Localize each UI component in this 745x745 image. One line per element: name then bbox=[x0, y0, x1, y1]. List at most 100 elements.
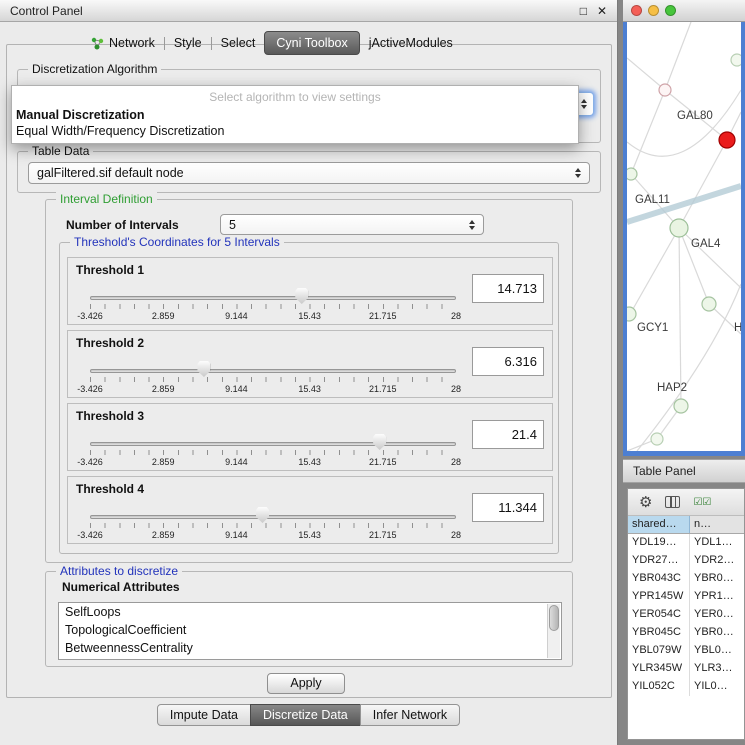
gear-icon[interactable]: ⚙ bbox=[639, 495, 652, 510]
table-row[interactable]: YIL052CYIL0… bbox=[628, 678, 744, 696]
cell[interactable]: YDR2… bbox=[690, 552, 744, 570]
algorithm-option-equal-width[interactable]: Equal Width/Frequency Discretization bbox=[12, 123, 578, 139]
table-data-combobox[interactable]: galFiltered.sif default node bbox=[28, 162, 590, 184]
list-item[interactable]: BetweennessCentrality bbox=[59, 639, 561, 657]
slider-track[interactable] bbox=[90, 296, 456, 300]
columns-icon[interactable] bbox=[665, 496, 680, 508]
slider-thumb-icon[interactable] bbox=[373, 434, 386, 450]
cell[interactable]: YBL0… bbox=[690, 642, 744, 660]
node-circle[interactable] bbox=[670, 219, 688, 237]
table-row[interactable]: YBL079WYBL0… bbox=[628, 642, 744, 660]
threshold-value-field[interactable]: 11.344 bbox=[472, 493, 544, 522]
table-row[interactable]: YDR27…YDR2… bbox=[628, 552, 744, 570]
node-circle[interactable] bbox=[674, 399, 688, 413]
slider-ticks bbox=[90, 377, 456, 382]
cell[interactable]: YPR145W bbox=[628, 588, 690, 606]
table-body[interactable]: YDL19…YDL1… YDR27…YDR2… YBR043CYBR0… YPR… bbox=[628, 534, 744, 739]
cell[interactable]: YIL0… bbox=[690, 678, 744, 696]
zoom-traffic-light[interactable] bbox=[665, 5, 676, 16]
threshold-slider[interactable]: -3.426 2.859 9.144 15.43 21.715 28 bbox=[90, 432, 456, 470]
tab-discretize-data[interactable]: Discretize Data bbox=[250, 704, 361, 726]
cell[interactable]: YBR043C bbox=[628, 570, 690, 588]
cell[interactable]: YER0… bbox=[690, 606, 744, 624]
group-title: Discretization Algorithm bbox=[28, 62, 161, 76]
node-circle[interactable] bbox=[651, 433, 663, 445]
list-item[interactable]: SelfLoops bbox=[59, 603, 561, 621]
tick-label: 2.859 bbox=[152, 384, 175, 394]
tab-jactivemodules[interactable]: jActiveModules bbox=[360, 32, 462, 54]
number-of-intervals-combobox[interactable]: 5 bbox=[220, 214, 484, 235]
tick-label: 9.144 bbox=[225, 457, 248, 467]
threshold-slider[interactable]: -3.426 2.859 9.144 15.43 21.715 28 bbox=[90, 505, 456, 543]
node-circle[interactable] bbox=[731, 54, 741, 66]
cell[interactable]: YDR27… bbox=[628, 552, 690, 570]
cell[interactable]: YLR3… bbox=[690, 660, 744, 678]
tick-label: 28 bbox=[451, 384, 461, 394]
tab-network[interactable]: Network bbox=[82, 32, 164, 54]
cyni-toolbox-panel: Discretization Algorithm Select algorith… bbox=[6, 44, 612, 698]
node-label: HAP2 bbox=[657, 382, 687, 394]
table-panel-title: Table Panel bbox=[633, 464, 696, 478]
attributes-group: Attributes to discretize Numerical Attri… bbox=[45, 571, 573, 667]
threshold-value-field[interactable]: 6.316 bbox=[472, 347, 544, 376]
stepper-icon[interactable] bbox=[581, 99, 587, 109]
minimize-traffic-light[interactable] bbox=[648, 5, 659, 16]
threshold-value-field[interactable]: 14.713 bbox=[472, 274, 544, 303]
node-circle[interactable] bbox=[702, 297, 716, 311]
scrollbar-thumb[interactable] bbox=[549, 605, 559, 631]
slider-thumb-icon[interactable] bbox=[295, 288, 308, 304]
tab-impute-data[interactable]: Impute Data bbox=[157, 704, 251, 726]
slider-track[interactable] bbox=[90, 369, 456, 373]
table-row[interactable]: YPR145WYPR1… bbox=[628, 588, 744, 606]
numerical-attributes-label: Numerical Attributes bbox=[62, 580, 180, 594]
slider-track[interactable] bbox=[90, 515, 456, 519]
stepper-icon[interactable] bbox=[469, 220, 475, 230]
tick-label: 21.715 bbox=[369, 530, 397, 540]
apply-button[interactable]: Apply bbox=[267, 673, 345, 694]
threshold-value-field[interactable]: 21.4 bbox=[472, 420, 544, 449]
cell[interactable]: YPR1… bbox=[690, 588, 744, 606]
threshold-slider[interactable]: -3.426 2.859 9.144 15.43 21.715 28 bbox=[90, 286, 456, 324]
tick-label: 15.43 bbox=[298, 311, 321, 321]
close-traffic-light[interactable] bbox=[631, 5, 642, 16]
list-item[interactable]: TopologicalCoefficient bbox=[59, 621, 561, 639]
slider-thumb-icon[interactable] bbox=[197, 361, 210, 377]
list-scrollbar[interactable] bbox=[547, 604, 560, 658]
table-row[interactable]: YER054CYER0… bbox=[628, 606, 744, 624]
tab-style[interactable]: Style bbox=[165, 32, 211, 54]
cell[interactable]: YBR0… bbox=[690, 624, 744, 642]
table-row[interactable]: YBR043CYBR0… bbox=[628, 570, 744, 588]
algorithm-option-manual[interactable]: Manual Discretization bbox=[12, 107, 578, 123]
float-window-icon[interactable]: □ bbox=[580, 4, 587, 18]
table-row[interactable]: YDL19…YDL1… bbox=[628, 534, 744, 552]
red-node[interactable] bbox=[719, 132, 735, 148]
tick-label: 28 bbox=[451, 311, 461, 321]
threshold-slider[interactable]: -3.426 2.859 9.144 15.43 21.715 28 bbox=[90, 359, 456, 397]
cell[interactable]: YLR345W bbox=[628, 660, 690, 678]
tab-infer-network[interactable]: Infer Network bbox=[360, 704, 460, 726]
tab-select[interactable]: Select bbox=[212, 32, 265, 54]
cell[interactable]: YER054C bbox=[628, 606, 690, 624]
cell[interactable]: YDL1… bbox=[690, 534, 744, 552]
slider-thumb-icon[interactable] bbox=[256, 507, 269, 523]
node-circle[interactable] bbox=[627, 168, 637, 180]
cell[interactable]: YBR0… bbox=[690, 570, 744, 588]
cell[interactable]: YIL052C bbox=[628, 678, 690, 696]
node-circle[interactable] bbox=[627, 307, 636, 321]
node-circle[interactable] bbox=[659, 84, 671, 96]
table-row[interactable]: YBR045CYBR0… bbox=[628, 624, 744, 642]
cell[interactable]: YBR045C bbox=[628, 624, 690, 642]
slider-track[interactable] bbox=[90, 442, 456, 446]
table-row[interactable]: YLR345WYLR3… bbox=[628, 660, 744, 678]
checkbox-grid-icon[interactable]: ☑☑ bbox=[693, 497, 711, 508]
column-header-shared-name[interactable]: shared… bbox=[628, 516, 690, 533]
cell[interactable]: YDL19… bbox=[628, 534, 690, 552]
close-icon[interactable]: ✕ bbox=[597, 4, 607, 18]
attributes-list[interactable]: SelfLoops TopologicalCoefficient Between… bbox=[58, 602, 562, 660]
column-header-name[interactable]: n… bbox=[690, 516, 744, 533]
group-title: Threshold's Coordinates for 5 Intervals bbox=[70, 235, 284, 249]
network-canvas[interactable]: GAL80 GAL11 GAL4 GCY1 HAP2 H bbox=[627, 22, 741, 451]
cell[interactable]: YBL079W bbox=[628, 642, 690, 660]
tab-cyni-toolbox[interactable]: Cyni Toolbox bbox=[264, 31, 359, 55]
stepper-icon[interactable] bbox=[575, 168, 581, 178]
